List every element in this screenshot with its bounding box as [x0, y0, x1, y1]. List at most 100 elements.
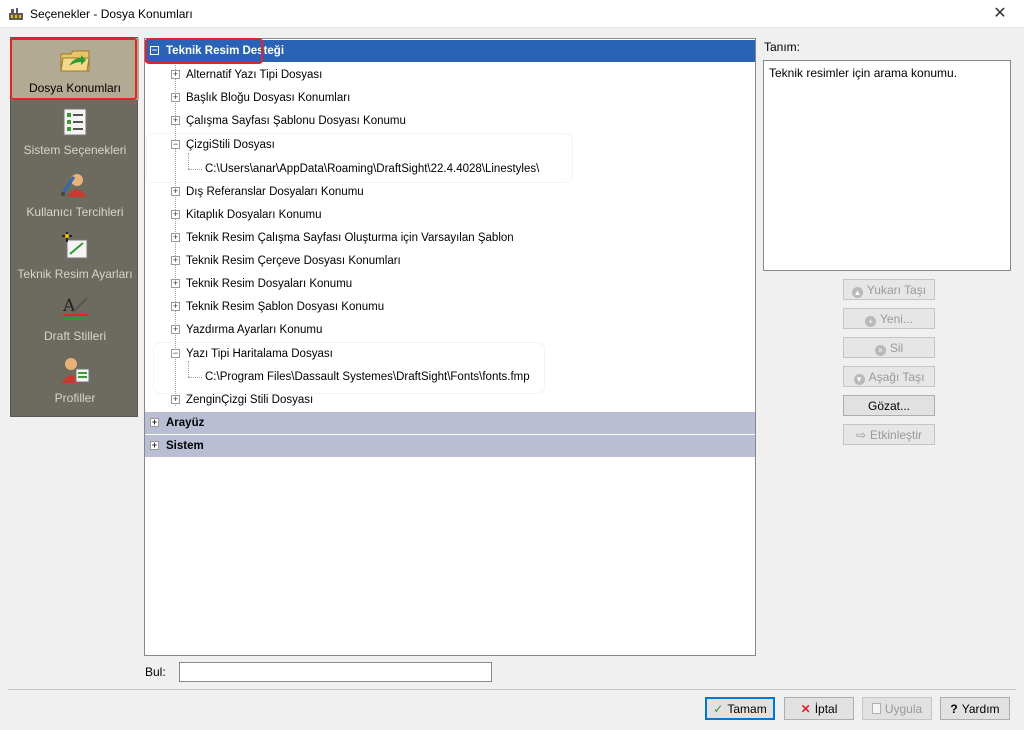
- arrow-down-icon: ▼: [853, 374, 865, 385]
- tree-item-label: Teknik Resim Çerçeve Dosyası Konumları: [186, 255, 401, 267]
- expand-icon[interactable]: +: [171, 187, 180, 196]
- arrow-right-icon: ⇨: [855, 428, 867, 442]
- ok-button[interactable]: ✓ Tamam: [705, 697, 775, 720]
- tree-item-label: Dış Referanslar Dosyaları Konumu: [186, 186, 364, 198]
- expand-icon[interactable]: +: [171, 210, 180, 219]
- tree-item-label: Alternatif Yazı Tipi Dosyası: [186, 69, 323, 81]
- tree-root-teknik-resim-destegi[interactable]: − Teknik Resim Desteği: [145, 40, 755, 62]
- expand-icon[interactable]: +: [150, 441, 159, 450]
- sidebar-item-label: Sistem Seçenekleri: [23, 143, 127, 157]
- sidebar-item-label: Dosya Konumları: [28, 81, 122, 95]
- tree-category-arayuz[interactable]: + Arayüz: [145, 412, 755, 434]
- linestyles-path: C:\Users\anar\AppData\Roaming\DraftSight…: [205, 163, 540, 175]
- expand-icon[interactable]: +: [171, 93, 180, 102]
- tree-item[interactable]: + ZenginÇizgi Stili Dosyası: [145, 389, 755, 411]
- tree-item-label: Teknik Resim Çalışma Sayfası Oluşturma i…: [186, 232, 514, 244]
- tree-item-label: Teknik Resim Dosyaları Konumu: [186, 278, 353, 290]
- close-icon[interactable]: ✕: [990, 4, 1010, 24]
- checklist-icon: [63, 108, 87, 136]
- tree-item-label: Yazı Tipi Haritalama Dosyası: [186, 348, 333, 360]
- tree-item-label: Arayüz: [166, 417, 205, 429]
- tree-item-label: Başlık Bloğu Dosyası Konumları: [186, 92, 351, 104]
- sidebar-item-profiller[interactable]: Profiller: [11, 348, 139, 410]
- button-label: Yeni...: [880, 312, 913, 326]
- tree-item-label: Kitaplık Dosyaları Konumu: [186, 209, 322, 221]
- app-icon: [9, 7, 23, 20]
- title-bar: Seçenekler - Dosya Konumları ✕: [0, 0, 1024, 28]
- description-label: Tanım:: [764, 40, 801, 54]
- activate-button[interactable]: ⇨ Etkinleştir: [843, 424, 935, 445]
- footer-divider: [8, 689, 1016, 690]
- tree-item-yazi-tipi-haritalama[interactable]: − Yazı Tipi Haritalama Dosyası: [145, 343, 755, 365]
- browse-button[interactable]: Gözat...: [843, 395, 935, 416]
- new-button[interactable]: + Yeni...: [843, 308, 935, 329]
- tree-item[interactable]: + Kitaplık Dosyaları Konumu: [145, 204, 755, 226]
- tree-item[interactable]: + Teknik Resim Şablon Dosyası Konumu: [145, 296, 755, 318]
- expand-icon[interactable]: +: [171, 279, 180, 288]
- tree-item[interactable]: + Teknik Resim Çalışma Sayfası Oluşturma…: [145, 227, 755, 249]
- arrow-up-icon: ▲: [851, 287, 863, 298]
- expand-icon[interactable]: +: [171, 116, 180, 125]
- button-label: İptal: [814, 702, 838, 716]
- tree-item-label: Çalışma Sayfası Şablonu Dosyası Konumu: [186, 115, 406, 127]
- button-label: Etkinleştir: [870, 428, 923, 442]
- delete-icon: ×: [874, 345, 886, 356]
- drawing-settings-icon: [62, 232, 88, 259]
- expand-icon[interactable]: +: [171, 302, 180, 311]
- expand-icon[interactable]: +: [171, 395, 180, 404]
- font-map-path: C:\Program Files\Dassault Systemes\Draft…: [205, 371, 530, 383]
- sidebar-item-teknik-resim-ayarlari[interactable]: Teknik Resim Ayarları: [11, 224, 139, 286]
- expand-icon[interactable]: +: [171, 70, 180, 79]
- expand-icon[interactable]: +: [171, 256, 180, 265]
- help-icon: ?: [950, 702, 958, 716]
- document-icon: [871, 703, 881, 714]
- collapse-icon[interactable]: −: [150, 46, 159, 55]
- button-label: Yukarı Taşı: [866, 283, 927, 297]
- sidebar-item-draft-stilleri[interactable]: A Draft Stilleri: [11, 286, 139, 348]
- folder-arrow-icon: [60, 50, 90, 72]
- sidebar-item-dosya-konumlari[interactable]: Dosya Konumları: [11, 38, 139, 100]
- user-preferences-icon: [61, 174, 87, 197]
- file-locations-tree[interactable]: − Teknik Resim Desteği + Alternatif Yazı…: [144, 38, 756, 656]
- tree-category-sistem[interactable]: + Sistem: [145, 435, 755, 457]
- button-label: Sil: [889, 341, 904, 355]
- tree-item-label: Sistem: [166, 440, 204, 452]
- text-style-icon: A: [62, 296, 88, 320]
- tree-item[interactable]: + Alternatif Yazı Tipi Dosyası: [145, 64, 755, 86]
- tree-item[interactable]: + Başlık Bloğu Dosyası Konumları: [145, 87, 755, 109]
- find-input[interactable]: [179, 662, 492, 682]
- move-down-button[interactable]: ▼ Aşağı Taşı: [843, 366, 935, 387]
- sidebar-item-label: Profiller: [54, 391, 96, 405]
- sidebar-item-sistem-secenekleri[interactable]: Sistem Seçenekleri: [11, 100, 139, 162]
- apply-button[interactable]: Uygula: [862, 697, 932, 720]
- button-label: Aşağı Taşı: [868, 370, 925, 384]
- sidebar: Dosya Konumları Sistem Seçenekleri Kulla…: [10, 37, 139, 417]
- tree-item[interactable]: + Dış Referanslar Dosyaları Konumu: [145, 181, 755, 203]
- tree-item[interactable]: + Teknik Resim Dosyaları Konumu: [145, 273, 755, 295]
- cancel-button[interactable]: ✕ İptal: [784, 697, 854, 720]
- sidebar-item-label: Kullanıcı Tercihleri: [26, 205, 124, 219]
- tree-item-label: Teknik Resim Şablon Dosyası Konumu: [186, 301, 385, 313]
- button-label: Tamam: [727, 702, 767, 716]
- expand-icon[interactable]: +: [150, 418, 159, 427]
- help-button[interactable]: ? Yardım: [940, 697, 1010, 720]
- cancel-x-icon: ✕: [800, 702, 811, 716]
- plus-icon: +: [865, 316, 877, 327]
- tree-leaf-path[interactable]: C:\Program Files\Dassault Systemes\Draft…: [145, 366, 755, 388]
- expand-icon[interactable]: +: [171, 233, 180, 242]
- collapse-icon[interactable]: −: [171, 140, 180, 149]
- profile-user-icon: [61, 358, 90, 383]
- sidebar-item-kullanici-tercihleri[interactable]: Kullanıcı Tercihleri: [11, 162, 139, 224]
- expand-icon[interactable]: +: [171, 325, 180, 334]
- collapse-icon[interactable]: −: [171, 349, 180, 358]
- description-box: Teknik resimler için arama konumu.: [763, 60, 1011, 271]
- tree-item[interactable]: + Teknik Resim Çerçeve Dosyası Konumları: [145, 250, 755, 272]
- tree-item-label: ZenginÇizgi Stili Dosyası: [186, 394, 314, 406]
- delete-button[interactable]: × Sil: [843, 337, 935, 358]
- tree-leaf-path[interactable]: C:\Users\anar\AppData\Roaming\DraftSight…: [145, 158, 755, 180]
- move-up-button[interactable]: ▲ Yukarı Taşı: [843, 279, 935, 300]
- tree-item-cizgistili[interactable]: − ÇizgiStili Dosyası: [145, 134, 755, 156]
- tree-item[interactable]: + Yazdırma Ayarları Konumu: [145, 319, 755, 341]
- tree-item[interactable]: + Çalışma Sayfası Şablonu Dosyası Konumu: [145, 110, 755, 132]
- tree-item-label: ÇizgiStili Dosyası: [186, 139, 275, 151]
